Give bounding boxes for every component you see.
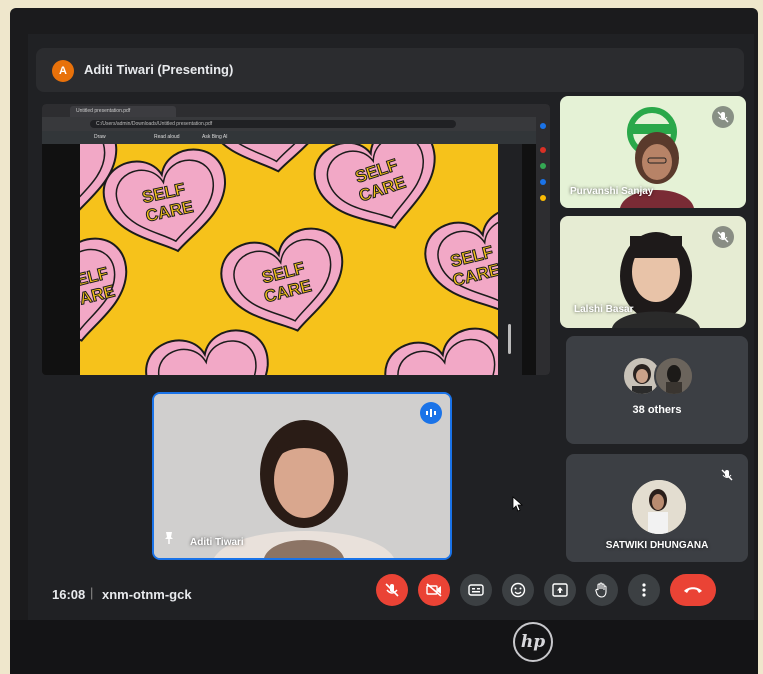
meeting-code: xnm-otnm-gck: [102, 587, 192, 602]
browser-tab: Untitled presentation.pdf: [70, 106, 176, 117]
pdf-scrollbar[interactable]: [498, 144, 522, 375]
participant-name: Lalshi Basar: [574, 304, 634, 315]
captions-icon: [468, 584, 484, 596]
captions-button[interactable]: [460, 574, 492, 606]
sidebar-icon: [540, 163, 546, 169]
reactions-button[interactable]: [502, 574, 534, 606]
participant-avatar: [632, 480, 686, 534]
browser-address-bar: C:/Users/admin/Downloads/Untitled presen…: [42, 117, 550, 131]
presentation-view[interactable]: Untitled presentation.pdf C:/Users/admin…: [42, 104, 550, 375]
hp-logo: hp: [513, 622, 553, 662]
more-options-button[interactable]: [628, 574, 660, 606]
meeting-time: 16:08: [52, 587, 86, 602]
sidebar-icon: [540, 147, 546, 153]
sidebar-icon: [540, 179, 546, 185]
participant-name: SATWIKI DHUNGANA: [605, 540, 709, 551]
self-video: [154, 394, 450, 558]
pdf-draw-label: Draw: [94, 134, 106, 140]
laptop-bezel: [10, 620, 758, 674]
presenter-bar: A Aditi Tiwari (Presenting): [36, 48, 744, 92]
present-button[interactable]: [544, 574, 576, 606]
mic-off-icon: [385, 583, 399, 597]
browser-tab-strip: Untitled presentation.pdf: [42, 104, 550, 117]
sidebar-icon: [540, 123, 546, 129]
participant-tile-lalshi[interactable]: Lalshi Basar: [560, 216, 746, 328]
mic-off-icon: [716, 464, 738, 486]
more-options-icon: [642, 583, 646, 597]
laptop-frame: A Aditi Tiwari (Presenting) Untitled pre…: [10, 8, 758, 674]
leave-call-button[interactable]: [670, 574, 716, 606]
camera-off-icon: [426, 583, 442, 597]
end-call-icon: [684, 587, 702, 593]
speaking-indicator-icon: [420, 402, 442, 424]
self-name: Aditi Tiwari: [190, 537, 244, 548]
meet-screen: A Aditi Tiwari (Presenting) Untitled pre…: [28, 34, 754, 626]
participant-tile-satwiki[interactable]: SATWIKI DHUNGANA: [566, 454, 748, 562]
pdf-ask-label: Ask Bing AI: [202, 134, 228, 140]
pin-icon[interactable]: [164, 531, 174, 550]
presenter-avatar: A: [52, 60, 74, 82]
others-avatar-2: [654, 356, 694, 396]
scroll-thumb[interactable]: [508, 324, 511, 354]
participant-name: Purvanshi Sanjay: [570, 186, 654, 197]
pdf-slide: SELF CARE SELF CARE SELF CARE SELF CARE SELF…: [80, 144, 498, 375]
camera-toggle-button[interactable]: [418, 574, 450, 606]
address-field: C:/Users/admin/Downloads/Untitled presen…: [90, 120, 456, 128]
present-icon: [552, 583, 568, 597]
mic-off-icon: [712, 106, 734, 128]
separator: |: [90, 585, 94, 600]
participant-tile-purvanshi[interactable]: Purvanshi Sanjay: [560, 96, 746, 208]
mic-toggle-button[interactable]: [376, 574, 408, 606]
mic-off-icon: [712, 226, 734, 248]
pdf-toolbar: Draw Read aloud Ask Bing AI: [42, 131, 550, 144]
self-view-tile[interactable]: Aditi Tiwari: [152, 392, 452, 560]
mouse-cursor-icon: [512, 496, 524, 517]
sidebar-icon: [540, 195, 546, 201]
browser-side-panel: [536, 117, 550, 375]
presenter-label: Aditi Tiwari (Presenting): [84, 62, 234, 77]
raise-hand-button[interactable]: [586, 574, 618, 606]
emoji-icon: [510, 582, 526, 598]
pdf-read-aloud-label: Read aloud: [154, 134, 180, 140]
raise-hand-icon: [595, 582, 607, 598]
others-count: 38 others: [632, 404, 682, 416]
others-tile[interactable]: 38 others: [566, 336, 748, 444]
self-care-pattern: SELFCARE SELFCARE SELFCARE SELFCARE SELF…: [80, 144, 498, 375]
